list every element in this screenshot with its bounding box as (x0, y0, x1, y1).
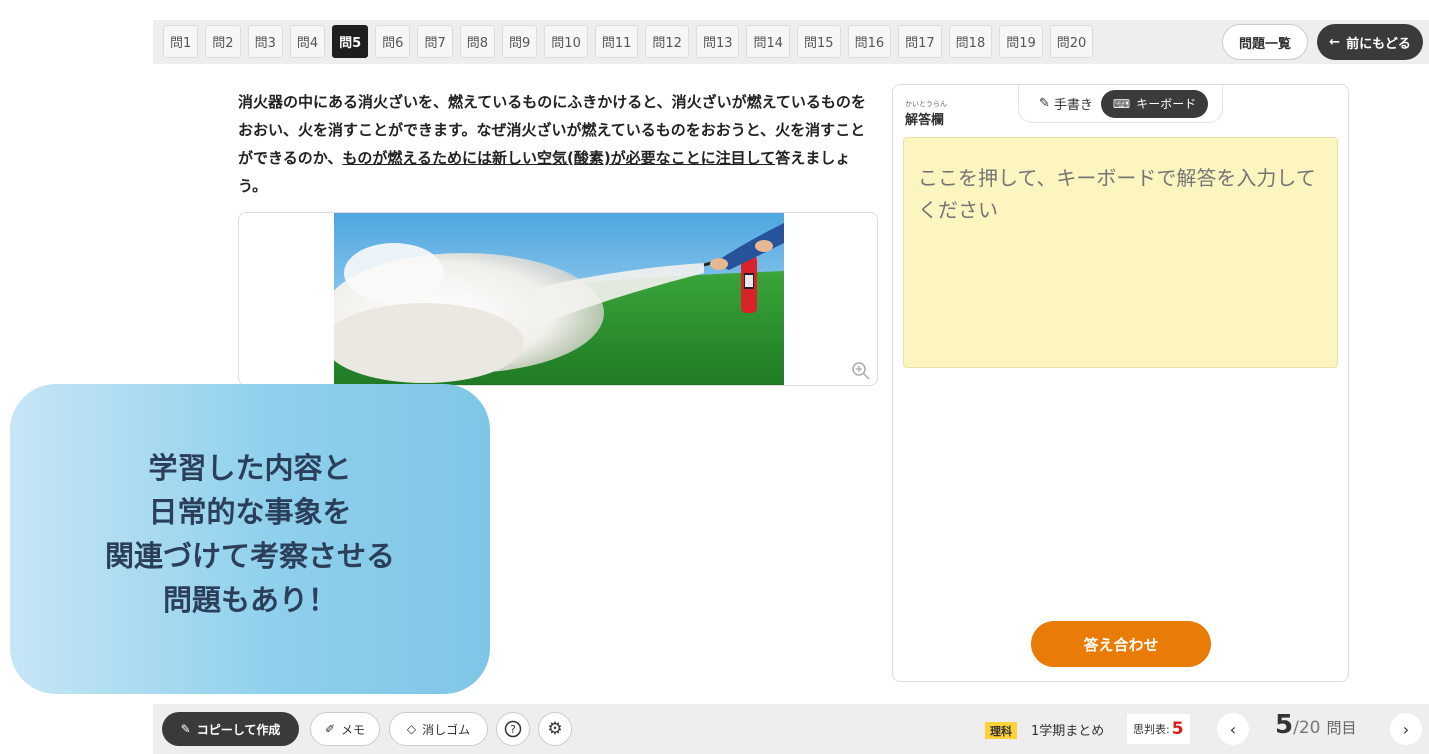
question-tab[interactable]: 問10 (544, 25, 588, 58)
zoom-in-icon[interactable] (851, 361, 871, 381)
next-question-button[interactable]: › (1390, 713, 1422, 745)
copy-create-button[interactable]: ✎ コピーして作成 (162, 712, 299, 746)
promo-text: 学習した内容と 日常的な事象を 関連づけて考察させる 問題もあり！ (10, 446, 490, 622)
answer-input[interactable] (903, 137, 1338, 368)
eraser-button[interactable]: ◇ 消しゴム (389, 712, 488, 746)
question-tab[interactable]: 問2 (205, 25, 241, 58)
question-tab[interactable]: 問17 (898, 25, 942, 58)
handwriting-mode-label: 手書き (1053, 98, 1093, 113)
question-tab[interactable]: 問18 (948, 25, 993, 58)
check-answer-button[interactable]: 答え合わせ (1031, 621, 1211, 667)
copy-create-label: コピーして作成 (196, 722, 281, 737)
question-tab[interactable]: 問9 (502, 25, 538, 58)
pen-icon: ✎ (1039, 96, 1050, 111)
question-list-label: 問題一覧 (1238, 36, 1291, 52)
subject-label: 理科 (990, 724, 1012, 738)
bottom-toolbar: ✎ コピーして作成 ✐ メモ ◇ 消しゴム ? ⚙ 理科 1学期まとめ 思判表:… (153, 704, 1429, 754)
page-indicator: 5 /20 問目 (1275, 710, 1356, 740)
pen-icon: ✐ (324, 722, 336, 736)
question-text-underlined: ものが燃えるためには新しい空気(酸素)が必要なことに注目して (342, 149, 776, 167)
page-current: 5 (1275, 710, 1294, 740)
question-tab[interactable]: 問1 (163, 25, 199, 58)
unit-label: 1学期まとめ (1031, 724, 1105, 739)
question-tab[interactable]: 問12 (645, 25, 689, 58)
fire-extinguisher-illustration (334, 213, 784, 385)
eraser-icon: ◇ (406, 722, 417, 736)
promo-line: 問題もあり！ (162, 583, 337, 617)
keyboard-mode-button[interactable]: ⌨ キーボード (1100, 89, 1209, 118)
page-total: /20 (1293, 718, 1321, 738)
prev-question-button[interactable]: ‹ (1217, 713, 1249, 745)
question-tab[interactable]: 問4 (289, 25, 326, 58)
edit-icon: ✎ (180, 722, 191, 736)
shihan-value: 5 (1171, 719, 1184, 739)
question-tab[interactable]: 問7 (417, 25, 453, 58)
promo-line: 日常的な事象を (148, 495, 352, 529)
question-tab[interactable]: 問3 (247, 25, 283, 58)
help-button[interactable]: ? (496, 712, 530, 746)
check-answer-label: 答え合わせ (1083, 635, 1159, 654)
question-tab[interactable]: 問6 (375, 25, 411, 58)
question-tab[interactable]: 問19 (999, 25, 1043, 58)
question-tab[interactable]: 問8 (459, 25, 496, 58)
settings-button[interactable]: ⚙ (538, 712, 572, 746)
memo-button[interactable]: ✐ メモ (310, 712, 380, 746)
answer-title: かいとうらん 解答欄 (905, 99, 947, 128)
back-button[interactable]: ← 前にもどる (1317, 24, 1423, 60)
question-text: 消火器の中にある消火ざいを、燃えているものにふきかけると、消火ざいが燃えているも… (238, 88, 878, 200)
promo-line: 学習した内容と (148, 451, 352, 485)
question-tab[interactable]: 問20 (1049, 25, 1094, 58)
question-image-card[interactable] (238, 212, 878, 386)
promo-bubble: 学習した内容と 日常的な事象を 関連づけて考察させる 問題もあり！ (10, 384, 490, 694)
question-tab[interactable]: 問5 (332, 25, 369, 58)
answer-panel: かいとうらん 解答欄 ✎ 手書き ⌨ キーボード 答え合わせ (892, 84, 1349, 682)
app-root: 問1 問2 問3 問4 問5 問6 問7 問8 問9 問10 問11 問12 問13 問14 問15 問16 問… (0, 0, 1429, 754)
keyboard-icon: ⌨ (1112, 96, 1131, 111)
page-suffix: 問目 (1326, 719, 1357, 737)
arrow-left-icon: ← (1329, 34, 1341, 50)
shihan-score: 思判表: 5 (1127, 714, 1190, 744)
chevron-left-icon: ‹ (1229, 719, 1237, 739)
question-tab[interactable]: 問15 (797, 25, 841, 58)
gear-icon: ⚙ (547, 719, 563, 739)
input-mode-toggle: ✎ 手書き ⌨ キーボード (1018, 85, 1223, 123)
answer-title-label: 解答欄 (905, 113, 945, 128)
chevron-right-icon: › (1402, 719, 1410, 739)
question-tabs: 問1 問2 問3 問4 問5 問6 問7 問8 問9 問10 問11 問12 問13 問14 問15 問16 問… (163, 25, 1094, 58)
shihan-label: 思判表: (1133, 723, 1170, 736)
promo-line: 関連づけて考察させる (104, 539, 395, 573)
keyboard-mode-label: キーボード (1136, 97, 1197, 111)
back-label: 前にもどる (1346, 36, 1411, 52)
svg-text:?: ? (510, 723, 516, 736)
question-tab[interactable]: 問13 (695, 25, 740, 58)
question-tab[interactable]: 問11 (594, 25, 639, 58)
answer-title-ruby: かいとうらん (905, 100, 947, 108)
question-icon: ? (504, 720, 522, 738)
memo-label: メモ (341, 722, 366, 737)
question-list-button[interactable]: 問題一覧 (1222, 24, 1308, 60)
question-tab[interactable]: 問14 (746, 25, 791, 58)
eraser-label: 消しゴム (422, 722, 471, 737)
question-tab[interactable]: 問16 (847, 25, 892, 58)
subject-badge: 理科 (985, 722, 1017, 739)
handwriting-mode-button[interactable]: ✎ 手書き (1039, 94, 1093, 113)
